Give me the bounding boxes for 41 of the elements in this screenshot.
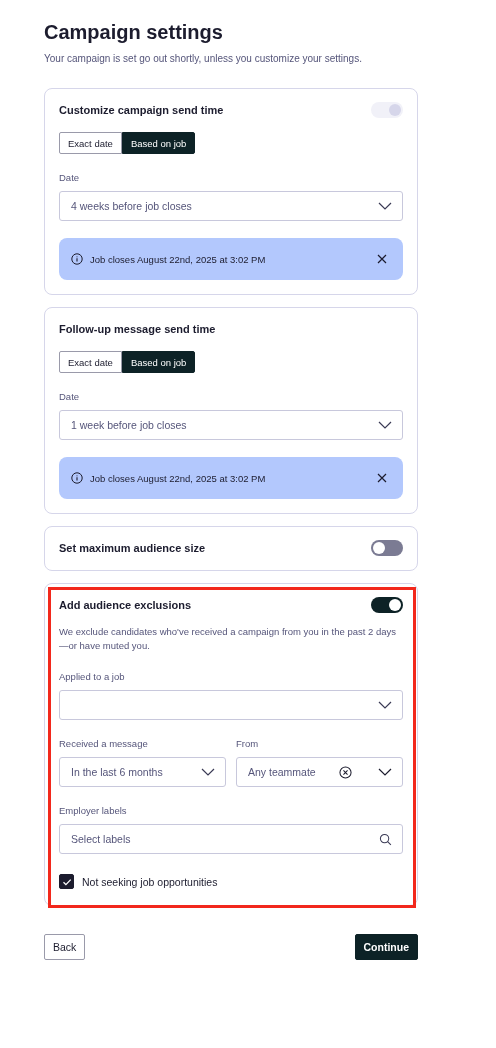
chevron-down-icon <box>201 768 215 776</box>
labels-search-field[interactable]: Select labels <box>59 824 403 854</box>
chevron-down-icon <box>378 768 392 776</box>
field-label: Date <box>59 172 81 184</box>
page-title: Campaign settings <box>44 20 224 44</box>
toggle-switch[interactable] <box>371 540 403 556</box>
close-icon[interactable] <box>377 473 387 483</box>
date-select[interactable]: 1 week before job closes <box>59 410 403 440</box>
card-title: Customize campaign send time <box>59 104 224 116</box>
chevron-down-icon <box>378 421 392 429</box>
info-icon <box>71 253 83 265</box>
card-title: Follow-up message send time <box>59 323 216 335</box>
chevron-down-icon <box>378 202 392 210</box>
date-select[interactable]: 4 weeks before job closes <box>59 191 403 221</box>
banner-text: Job closes August 22nd, 2025 at 3:02 PM <box>90 253 267 265</box>
segment-tab[interactable]: Based on job <box>121 132 196 154</box>
banner-text: Job closes August 22nd, 2025 at 3:02 PM <box>90 472 267 484</box>
field-label: Applied to a job <box>59 671 126 683</box>
continue-button[interactable]: Continue <box>354 934 418 960</box>
clear-icon[interactable] <box>339 765 352 779</box>
toggle-switch[interactable] <box>371 597 403 613</box>
card-title: Add audience exclusions <box>59 599 192 611</box>
checkbox-label: Not seeking job opportunities <box>82 875 218 888</box>
teammate-select[interactable]: Any teammate <box>236 757 403 787</box>
field-label: Date <box>59 391 81 403</box>
segment-tab[interactable]: Based on job <box>121 351 196 373</box>
period-select[interactable]: In the last 6 months <box>59 757 226 787</box>
close-icon[interactable] <box>377 254 387 264</box>
field-label: Employer labels <box>59 805 128 817</box>
card-title: Set maximum audience size <box>59 542 206 554</box>
back-button[interactable]: Back <box>44 934 86 960</box>
chevron-down-icon <box>378 701 392 709</box>
segment-tab[interactable]: Exact date <box>59 132 122 154</box>
field-label: From <box>236 738 260 750</box>
checkbox[interactable] <box>59 874 74 889</box>
segment-tab[interactable]: Exact date <box>59 351 122 373</box>
description-text: We exclude candidates who've received a campaign from you in the past 2 days —or have muted you. <box>59 625 397 653</box>
field-label: Received a message <box>59 738 149 750</box>
search-icon <box>379 833 392 846</box>
page-subtitle: Your campaign is set go out shortly, unless you customize your settings. <box>44 52 363 66</box>
info-icon <box>71 472 83 484</box>
